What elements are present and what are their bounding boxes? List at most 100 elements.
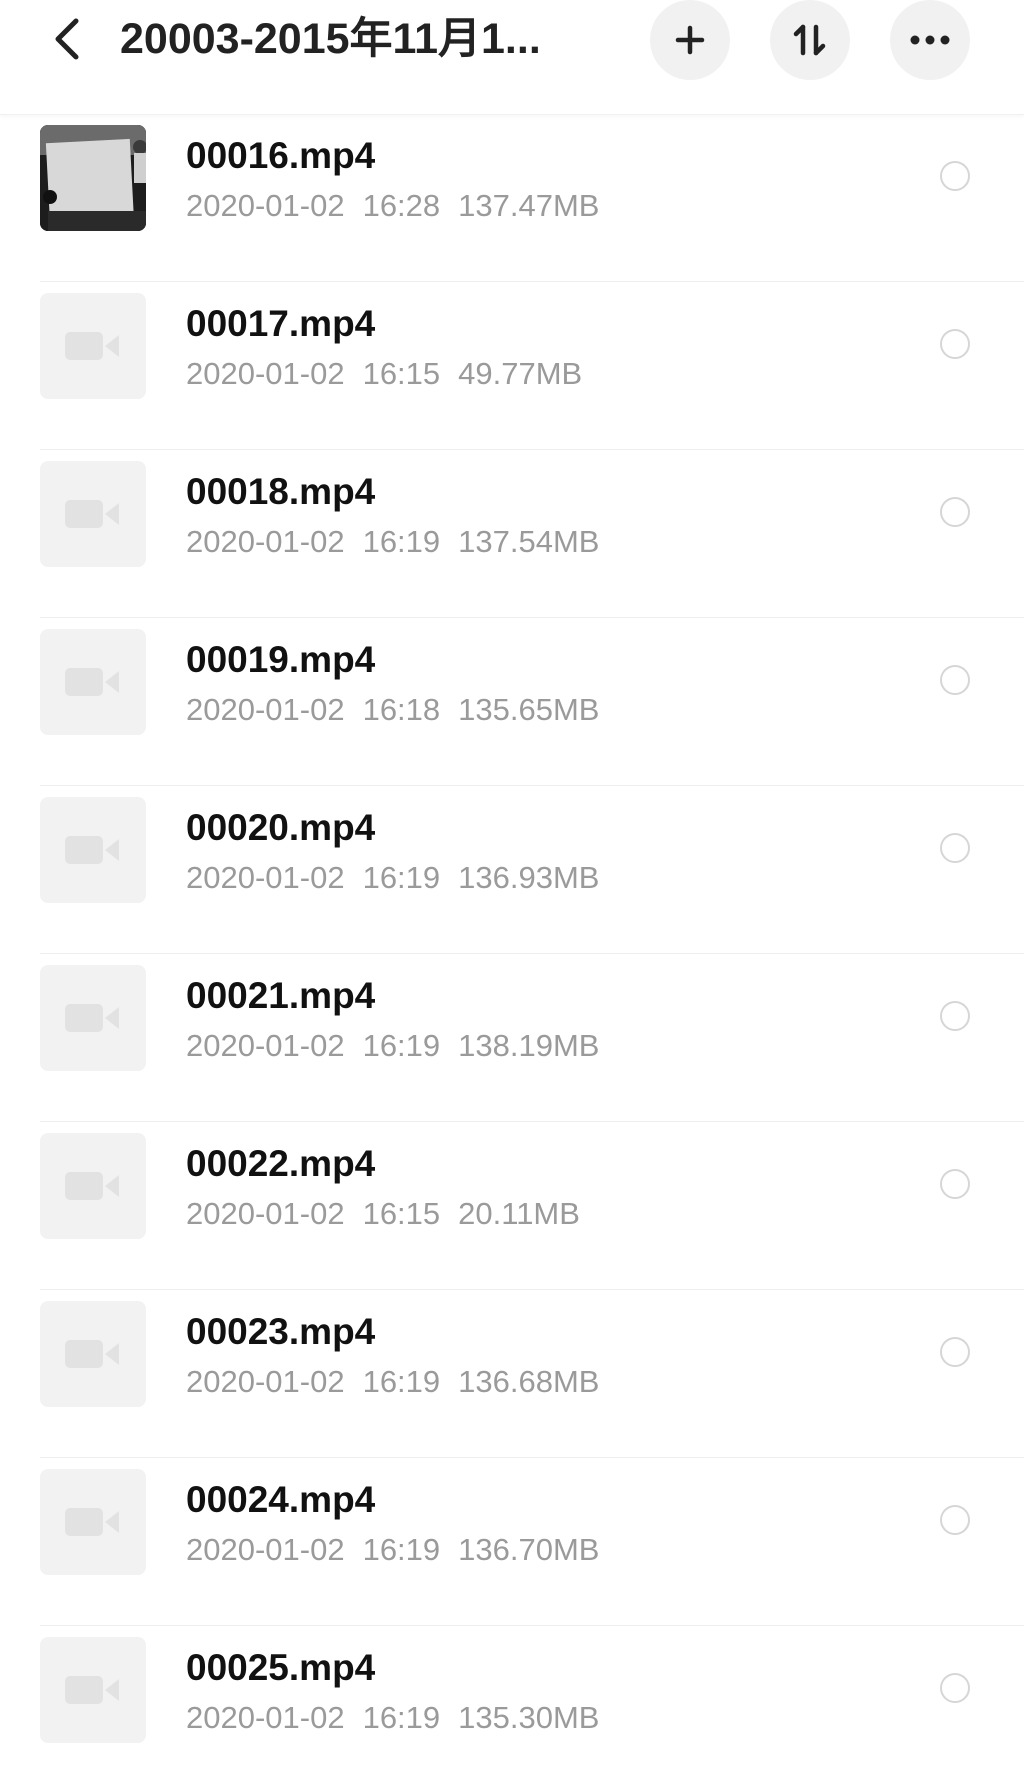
video-thumbnail [40,629,146,735]
add-button[interactable] [650,0,730,80]
file-time: 16:18 [362,692,441,727]
file-date: 2020-01-02 [186,1196,345,1231]
file-meta: 2020-01-02 16:19 135.30MB [186,1698,617,1738]
file-name: 00022.mp4 [186,1143,376,1184]
file-meta: 2020-01-02 16:18 135.65MB [186,690,617,730]
file-date: 2020-01-02 [186,356,345,391]
select-radio[interactable] [940,833,970,863]
file-row[interactable]: 00023.mp4 2020-01-02 16:19 136.68MB [0,1290,1024,1458]
file-time: 16:28 [362,188,441,223]
file-row[interactable]: 00016.mp4 2020-01-02 16:28 137.47MB [0,114,1024,282]
select-radio[interactable] [940,1673,970,1703]
sort-icon [793,24,826,56]
file-size: 49.77MB [458,356,583,391]
file-time: 16:19 [362,524,441,559]
file-row[interactable]: 00020.mp4 2020-01-02 16:19 136.93MB [0,786,1024,954]
file-size: 136.68MB [458,1364,600,1399]
file-meta: 2020-01-02 16:19 136.68MB [186,1362,617,1402]
video-thumbnail [40,1301,146,1407]
file-date: 2020-01-02 [186,1700,345,1735]
file-name: 00024.mp4 [186,1479,376,1520]
file-name: 00016.mp4 [186,135,376,176]
file-meta: 2020-01-02 16:19 136.70MB [186,1530,617,1570]
file-row[interactable]: 00017.mp4 2020-01-02 16:15 49.77MB [0,282,1024,450]
file-row[interactable]: 00025.mp4 2020-01-02 16:19 135.30MB [0,1626,1024,1767]
select-radio[interactable] [940,1001,970,1031]
video-thumbnail [40,965,146,1071]
video-placeholder-icon [65,668,119,696]
file-row[interactable]: 00021.mp4 2020-01-02 16:19 138.19MB [0,954,1024,1122]
sort-button[interactable] [770,0,850,80]
file-row[interactable]: 00024.mp4 2020-01-02 16:19 136.70MB [0,1458,1024,1626]
video-placeholder-icon [65,1508,119,1536]
file-date: 2020-01-02 [186,1028,345,1063]
file-meta: 2020-01-02 16:15 49.77MB [186,354,600,394]
video-thumbnail [40,125,146,231]
folder-title: 20003-2015年11月1... [120,15,541,63]
video-placeholder-icon [65,500,119,528]
video-placeholder-icon [65,332,119,360]
more-horizontal-icon [910,35,950,45]
file-date: 2020-01-02 [186,524,345,559]
file-date: 2020-01-02 [186,188,345,223]
back-button[interactable] [40,12,94,66]
plus-icon [675,25,705,55]
video-frame-thumbnail [40,125,146,231]
file-name: 00018.mp4 [186,471,376,512]
video-placeholder-icon [65,1004,119,1032]
file-name: 00020.mp4 [186,807,376,848]
video-thumbnail [40,1469,146,1575]
select-radio[interactable] [940,1169,970,1199]
video-placeholder-icon [65,1172,119,1200]
file-date: 2020-01-02 [186,692,345,727]
file-row[interactable]: 00018.mp4 2020-01-02 16:19 137.54MB [0,450,1024,618]
select-radio[interactable] [940,161,970,191]
video-thumbnail [40,293,146,399]
select-radio[interactable] [940,665,970,695]
file-time: 16:19 [362,860,441,895]
video-thumbnail [40,461,146,567]
file-meta: 2020-01-02 16:19 137.54MB [186,522,617,562]
video-placeholder-icon [65,836,119,864]
file-name: 00025.mp4 [186,1647,376,1688]
chevron-left-icon [55,18,79,60]
file-size: 20.11MB [458,1196,580,1231]
video-thumbnail [40,1133,146,1239]
file-size: 137.54MB [458,524,600,559]
select-radio[interactable] [940,497,970,527]
select-radio[interactable] [940,329,970,359]
file-date: 2020-01-02 [186,1364,345,1399]
video-placeholder-icon [65,1340,119,1368]
file-time: 16:19 [362,1532,441,1567]
file-name: 00019.mp4 [186,639,376,680]
file-meta: 2020-01-02 16:19 136.93MB [186,858,617,898]
file-row[interactable]: 00019.mp4 2020-01-02 16:18 135.65MB [0,618,1024,786]
file-size: 135.65MB [458,692,600,727]
file-meta: 2020-01-02 16:19 138.19MB [186,1026,617,1066]
file-time: 16:19 [362,1364,441,1399]
file-size: 136.93MB [458,860,600,895]
file-time: 16:19 [362,1700,441,1735]
file-size: 135.30MB [458,1700,600,1735]
file-time: 16:15 [362,356,441,391]
top-bar: 20003-2015年11月1... [0,0,1024,115]
file-list: 00016.mp4 2020-01-02 16:28 137.47MB 00017.… [0,114,1024,1767]
file-size: 137.47MB [458,188,600,223]
file-time: 16:19 [362,1028,441,1063]
file-meta: 2020-01-02 16:15 20.11MB [186,1194,598,1234]
select-radio[interactable] [940,1505,970,1535]
file-time: 16:15 [362,1196,441,1231]
video-thumbnail [40,797,146,903]
video-placeholder-icon [65,1676,119,1704]
file-size: 136.70MB [458,1532,600,1567]
select-radio[interactable] [940,1337,970,1367]
file-date: 2020-01-02 [186,1532,345,1567]
file-size: 138.19MB [458,1028,600,1063]
more-button[interactable] [890,0,970,80]
video-thumbnail [40,1637,146,1743]
file-name: 00021.mp4 [186,975,376,1016]
file-row[interactable]: 00022.mp4 2020-01-02 16:15 20.11MB [0,1122,1024,1290]
file-name: 00023.mp4 [186,1311,376,1352]
file-meta: 2020-01-02 16:28 137.47MB [186,186,617,226]
file-date: 2020-01-02 [186,860,345,895]
